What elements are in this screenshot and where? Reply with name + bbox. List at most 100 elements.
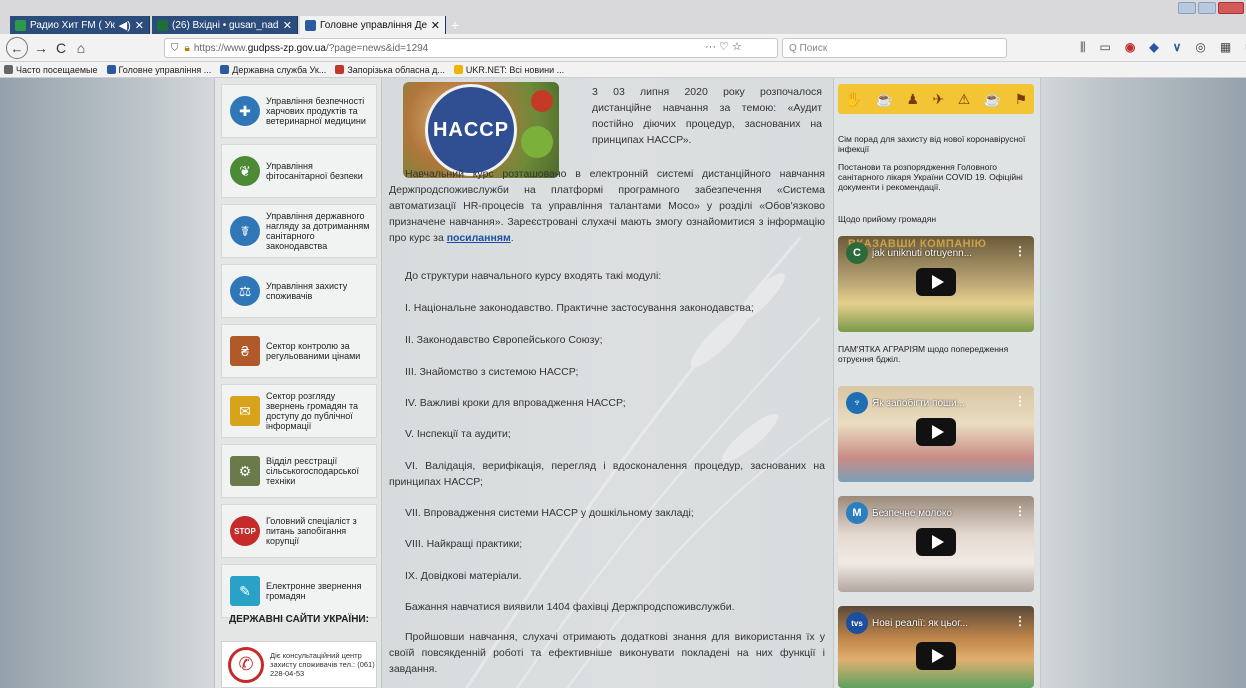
video-player[interactable]: tvs Нові реалії: як цьог... ⋮ (838, 606, 1034, 688)
covid-documents-link[interactable]: Постанови та розпорядження Головного сан… (838, 162, 1038, 192)
video-player[interactable]: M Безпечне молоко ⋮ (838, 496, 1034, 592)
browser-tab-bar: Радио Хит FM ( Украина - ◀) ✕ (26) Вхідн… (0, 0, 1246, 34)
gov-sites-title: ДЕРЖАВНІ САЙТИ УКРАЇНИ: (229, 614, 369, 625)
close-tab-icon[interactable]: ✕ (283, 19, 292, 32)
ukrnet-favicon-icon (453, 65, 463, 74)
close-tab-icon[interactable]: ✕ (431, 19, 440, 32)
maximize-button[interactable] (1198, 2, 1216, 14)
beekeeping-memo-link[interactable]: ПАМ'ЯТКА АГРАРІЯМ щодо попередження отру… (838, 344, 1038, 364)
covid-tips-link[interactable]: Сім порад для захисту від нової коронаві… (838, 134, 1038, 154)
new-tab-button[interactable]: + (447, 16, 463, 34)
article-paragraph: Пройшовши навчання, слухачі отримають до… (389, 631, 825, 675)
window-controls (1178, 2, 1244, 14)
url-domain: gudpss-zp.gov.ua (247, 42, 326, 54)
close-tab-icon[interactable]: ✕ (135, 19, 144, 32)
channel-avatar: M (846, 502, 868, 524)
tab-gudpss[interactable]: Головне управління Держпро ✕ (300, 16, 446, 34)
covid-tips-banner[interactable]: ✋ ☕ ♟ ✈ ⚠ ☕ ⚑ (838, 84, 1034, 114)
channel-avatar: ♆ (846, 392, 868, 414)
minimize-button[interactable] (1178, 2, 1196, 14)
consumer-hotline-banner[interactable]: ✆ Діє консультаційний центр захисту спож… (221, 641, 377, 688)
close-window-button[interactable] (1218, 2, 1244, 14)
module-item: ІІІ. Знайомство з системою НАССР; (405, 366, 579, 378)
play-button[interactable] (916, 528, 956, 556)
left-sidebar: ✚ Управління безпечності харчових продук… (214, 78, 382, 688)
more-options-icon[interactable]: ⋮ (1014, 614, 1026, 628)
gov-favicon-icon (106, 65, 116, 74)
tab-radio-hit-fm[interactable]: Радио Хит FM ( Украина - ◀) ✕ (10, 16, 150, 34)
cup-icon: ☕ (875, 90, 894, 107)
tractor-icon: ⚙ (230, 456, 260, 486)
apple-decoration (531, 90, 553, 112)
shield-icon: ⛉ (171, 42, 179, 54)
extension-icon[interactable]: ▦ (1220, 40, 1231, 55)
back-button[interactable]: ← (6, 37, 28, 59)
sidebar-item-phytosanitary[interactable]: ❦ Управління фітосанітарної безпеки (221, 144, 377, 198)
video-title: Нові реалії: як цьог... (872, 618, 969, 629)
right-sidebar: ✋ ☕ ♟ ✈ ⚠ ☕ ⚑ Сім порад для захисту від … (833, 78, 1041, 688)
forward-button[interactable]: → (34, 38, 48, 58)
module-item: VІІІ. Найкращі практики; (405, 538, 523, 550)
radio-favicon-icon (15, 19, 26, 31)
news-article: HACCP 3 03 липня 2020 року розпочалося д… (389, 78, 825, 688)
course-link[interactable]: посиланням (447, 232, 511, 244)
play-button[interactable] (916, 268, 956, 296)
sidebar-item-food-safety[interactable]: ✚ Управління безпечності харчових продук… (221, 84, 377, 138)
video-player[interactable]: ВКАЗАВШИ КОМПАНІЮ C jak uniknuti otruyen… (838, 236, 1034, 332)
consumer-protection-icon: ⚖ (230, 276, 260, 306)
extension-icon[interactable]: ◉ (1125, 40, 1135, 55)
more-options-icon[interactable]: ⋮ (1014, 394, 1026, 408)
article-intro: 3 03 липня 2020 року розпочалося дистанц… (592, 86, 822, 146)
module-item: ІІ. Законодавство Європейського Союзу; (405, 334, 603, 346)
module-item: ІХ. Довідкові матеріали. (405, 570, 522, 582)
more-options-icon[interactable]: ⋮ (1014, 504, 1026, 518)
travel-icon: ✈ (932, 90, 945, 107)
library-icon[interactable]: ⫼ (1080, 40, 1086, 55)
sidebar-icon[interactable]: ▭ (1100, 40, 1111, 55)
play-button[interactable] (916, 642, 956, 670)
reload-button[interactable]: C (54, 38, 68, 58)
tab-inbox[interactable]: (26) Вхідні • gusan_nadzor@ul ✕ (152, 16, 298, 34)
citizen-reception-link[interactable]: Щодо прийому громадян (838, 214, 1038, 224)
url-prefix: https://www. (193, 42, 248, 54)
sidebar-item-citizen-appeals[interactable]: ✉ Сектор розгляду звернень громадян та д… (221, 384, 377, 438)
sidebar-item-anti-corruption[interactable]: STOP Головний спеціаліст з питань запобі… (221, 504, 377, 558)
sidebar-item-e-appeal[interactable]: ✎ Електронне звернення громадян (221, 564, 377, 618)
citizen-appeals-icon: ✉ (230, 396, 260, 426)
search-input[interactable]: Q Поиск (782, 38, 1007, 58)
address-bar[interactable]: ⛉ 🔒︎ https://www. gudpss-zp.gov.ua/?page=… (164, 38, 778, 58)
channel-avatar: tvs (846, 612, 868, 634)
person-icon: ♟ (906, 90, 920, 107)
sidebar-item-sanitary[interactable]: ☤ Управління державного нагляду за дотри… (221, 204, 377, 258)
gov-favicon-icon (220, 65, 230, 74)
bookmark-item[interactable]: Запорізька обласна д... (335, 65, 445, 75)
haccp-image: HACCP (403, 82, 559, 178)
pocket-icon[interactable]: ∨ (1173, 40, 1182, 55)
toolbar-icons: ⫼ ▭ ◉ ◆ ∨ ◎ ▦ ≡ (1080, 40, 1246, 55)
sidebar-item-machinery-registration[interactable]: ⚙ Відділ реєстрації сільськогосподарсько… (221, 444, 377, 498)
price-control-icon: ₴ (230, 336, 260, 366)
play-button[interactable] (916, 418, 956, 446)
extension-icon[interactable]: ◆ (1149, 40, 1158, 55)
page-actions-icon[interactable]: ··· ♡ ☆ (705, 40, 742, 53)
account-icon[interactable]: ◎ (1195, 40, 1205, 55)
gov-favicon-icon (305, 19, 316, 31)
video-player[interactable]: ♆ Як запобігти поши... ⋮ (838, 386, 1034, 482)
bookmark-item[interactable]: UKR.NET: Всі новини ... (453, 65, 564, 75)
e-appeal-icon: ✎ (230, 576, 260, 606)
audio-icon[interactable]: ◀) (119, 19, 131, 32)
phone-icon: ✆ (228, 646, 264, 683)
bookmark-item[interactable]: Державна служба Ук... (220, 65, 326, 75)
haccp-logo: HACCP (425, 84, 517, 176)
mail-favicon-icon (157, 19, 168, 31)
bookmarks-bar: Часто посещаемые Головне управління ... … (0, 62, 1246, 78)
bookmark-item[interactable]: Головне управління ... (106, 65, 211, 75)
food-safety-icon: ✚ (230, 96, 260, 126)
video-title: Безпечне молоко (872, 508, 952, 519)
sidebar-item-consumer-protection[interactable]: ⚖ Управління захисту споживачів (221, 264, 377, 318)
more-options-icon[interactable]: ⋮ (1014, 244, 1026, 258)
sidebar-item-price-control[interactable]: ₴ Сектор контролю за регульованими цінам… (221, 324, 377, 378)
module-item: IV. Важливі кроки для впровадження НАССР… (405, 397, 626, 409)
bookmark-item[interactable]: Часто посещаемые (4, 65, 98, 75)
home-button[interactable]: ⌂ (74, 38, 88, 58)
